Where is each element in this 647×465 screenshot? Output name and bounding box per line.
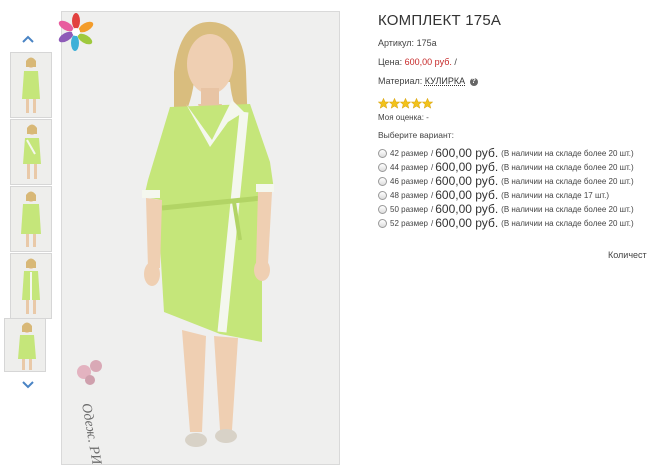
variant-price: 600,00 руб. (435, 174, 499, 188)
star-icon[interactable] (400, 98, 411, 109)
variant-separator: / (431, 218, 434, 228)
variant-price: 600,00 руб. (435, 188, 499, 202)
variant-price: 600,00 руб. (435, 160, 499, 174)
radio-button[interactable] (378, 190, 387, 200)
thumbnail-image (11, 53, 51, 117)
radio-button[interactable] (378, 218, 387, 228)
variant-stock: (В наличии на складе более 20 шт.) (501, 148, 634, 158)
scroll-up-arrow[interactable] (18, 32, 38, 46)
variant-option[interactable]: 50 размер / 600,00 руб. (В наличии на ск… (378, 202, 634, 216)
variant-size: 44 размер (390, 162, 428, 172)
radio-button[interactable] (378, 162, 387, 172)
thumbnail-image (11, 254, 51, 318)
star-icon[interactable] (389, 98, 400, 109)
variant-stock: (В наличии на складе более 20 шт.) (501, 218, 634, 228)
chevron-down-icon (22, 381, 34, 389)
variant-price: 600,00 руб. (435, 146, 499, 160)
variant-stock: (В наличии на складе более 20 шт.) (501, 162, 634, 172)
star-icon[interactable] (411, 98, 422, 109)
my-rating-label: Моя оценка: (378, 113, 424, 122)
help-icon[interactable]: ? (469, 77, 478, 86)
radio-button[interactable] (378, 148, 387, 158)
variant-separator: / (431, 176, 434, 186)
quantity-label: Количест (608, 250, 647, 260)
flower-logo-icon (58, 13, 94, 51)
price-label: Цена: (378, 57, 403, 67)
price-value: 600,00 руб. (404, 57, 452, 67)
variant-price: 600,00 руб. (435, 202, 499, 216)
variant-option[interactable]: 48 размер / 600,00 руб. (В наличии на ск… (378, 188, 609, 202)
variant-stock: (В наличии на складе более 20 шт.) (501, 204, 634, 214)
variant-separator: / (431, 148, 434, 158)
main-product-photo[interactable]: Одеж. РИО (61, 11, 340, 465)
material-row: Материал: КУЛИРКА ? (378, 76, 478, 86)
star-icon[interactable] (422, 98, 433, 109)
variant-size: 46 размер (390, 176, 428, 186)
variant-size: 42 размер (390, 148, 428, 158)
thumbnail-1[interactable] (10, 52, 52, 118)
variant-stock: (В наличии на складе 17 шт.) (501, 190, 610, 200)
rating-stars (378, 96, 433, 109)
variant-option[interactable]: 46 размер / 600,00 руб. (В наличии на ск… (378, 174, 634, 188)
radio-button[interactable] (378, 204, 387, 214)
brand-logo (56, 12, 96, 52)
variant-size: 52 размер (390, 218, 428, 228)
product-image: Одеж. РИО (62, 12, 339, 464)
variant-option[interactable]: 44 размер / 600,00 руб. (В наличии на ск… (378, 160, 634, 174)
thumbnail-image (5, 319, 45, 371)
my-rating-value: - (426, 113, 429, 122)
thumbnail-5[interactable] (4, 318, 46, 372)
variant-price: 600,00 руб. (435, 216, 499, 230)
product-title: КОМПЛЕКТ 175А (378, 12, 502, 29)
variant-option[interactable]: 42 размер / 600,00 руб. (В наличии на ск… (378, 146, 634, 160)
variant-separator: / (431, 204, 434, 214)
thumbnail-strip (0, 0, 58, 465)
variant-option[interactable]: 52 размер / 600,00 руб. (В наличии на ск… (378, 216, 634, 230)
article-label: Артикул: (378, 38, 415, 48)
material-link[interactable]: КУЛИРКА (425, 76, 465, 86)
thumbnail-4[interactable] (10, 253, 52, 319)
article-value: 175а (416, 38, 437, 48)
variant-size: 48 размер (390, 190, 428, 200)
variant-size: 50 размер (390, 204, 428, 214)
choose-variant-label: Выберите вариант: (378, 130, 454, 140)
thumbnail-image (11, 120, 51, 184)
my-rating-row: Моя оценка: - (378, 113, 429, 122)
thumbnail-2[interactable] (10, 119, 52, 185)
price-separator: / (454, 57, 457, 67)
variant-stock: (В наличии на складе более 20 шт.) (501, 176, 634, 186)
thumbnail-3[interactable] (10, 186, 52, 252)
radio-button[interactable] (378, 176, 387, 186)
variant-separator: / (431, 190, 434, 200)
chevron-up-icon (22, 35, 34, 43)
star-icon[interactable] (378, 98, 389, 109)
price-row: Цена: 600,00 руб. / (378, 57, 457, 67)
material-label: Материал: (378, 76, 423, 86)
variant-separator: / (431, 162, 434, 172)
thumbnail-image (11, 187, 51, 251)
scroll-down-arrow[interactable] (18, 378, 38, 392)
article-row: Артикул: 175а (378, 38, 437, 48)
